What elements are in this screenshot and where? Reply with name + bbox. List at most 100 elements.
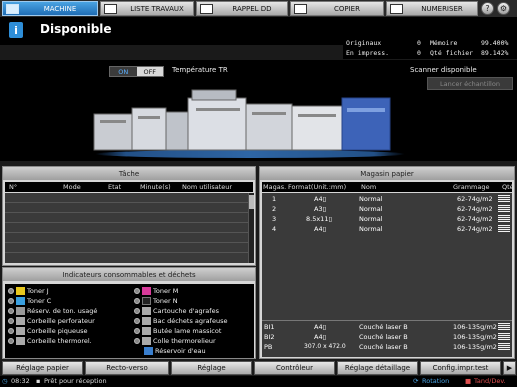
tray-level-gauge bbox=[498, 323, 510, 330]
toner-cyan-icon bbox=[16, 297, 25, 305]
tray-format: A4▯ bbox=[314, 323, 327, 331]
task-col-minutes: Minute(s) bbox=[140, 183, 171, 191]
waste-toner-icon bbox=[16, 307, 25, 315]
bypass-row[interactable]: BI2 A4▯ Couché laser B 106-135g/m2 bbox=[262, 333, 512, 342]
paper-tray-list[interactable]: 1 A4▯ Normal 62-74g/m2 2 A3▯ Normal 62-7… bbox=[262, 193, 512, 357]
bypass-row[interactable]: PB 307.0 x 472.0 Couché laser B 106-135g… bbox=[262, 343, 512, 352]
tray-row[interactable]: 2 A3▯ Normal 62-74g/m2 bbox=[262, 205, 512, 214]
task-scroll-thumb[interactable] bbox=[249, 195, 254, 209]
scan-icon bbox=[390, 3, 403, 14]
tray-row[interactable]: 3 8.5x11▯ Normal 62-74g/m2 bbox=[262, 215, 512, 224]
temperature-label: Température TR bbox=[172, 66, 228, 74]
tray-weight: 106-135g/m2 bbox=[453, 323, 497, 331]
toner-cyan-label: Toner C bbox=[27, 297, 52, 305]
tray-number: 4 bbox=[272, 225, 277, 233]
settings-icon[interactable]: ⚙ bbox=[497, 2, 510, 15]
tray-format: 307.0 x 472.0 bbox=[304, 343, 346, 350]
tray-number: 1 bbox=[272, 195, 277, 203]
tray-paper-name: Normal bbox=[359, 195, 383, 203]
duplex-button[interactable]: Recto-verso bbox=[85, 361, 169, 375]
consumables-panel: Indicateurs consommables et déchets Tone… bbox=[2, 267, 256, 359]
punch-bin-indicator[interactable]: Corbeille perforateur bbox=[8, 316, 95, 326]
task-list[interactable] bbox=[5, 193, 248, 263]
status-dot bbox=[8, 308, 14, 314]
help-icon[interactable]: ? bbox=[481, 2, 494, 15]
punch-bin-label: Corbeille perforateur bbox=[27, 317, 95, 325]
sample-print-button[interactable]: Lancer échantillon bbox=[427, 77, 513, 90]
printing-value: 0 bbox=[417, 49, 421, 57]
tab-scan-label: NUMERISER bbox=[421, 4, 463, 13]
water-tank-indicator[interactable]: Réservoir d'eau bbox=[144, 346, 206, 356]
status-bar: ◷ 08:32 ▪ Prêt pour réception ⟳ Rotation… bbox=[0, 376, 517, 387]
toner-magenta-icon bbox=[142, 287, 151, 295]
originals-value: 0 bbox=[417, 39, 421, 47]
tab-job-list-label: LISTE TRAVAUX bbox=[130, 4, 184, 13]
binder-glue-label: Colle thermorelieur bbox=[153, 337, 216, 345]
staple-waste-indicator[interactable]: Bac déchets agrafeuse bbox=[134, 316, 227, 326]
tray-weight: 62-74g/m2 bbox=[457, 205, 493, 213]
status-dot bbox=[134, 298, 140, 304]
tab-machine-label: MACHINE bbox=[43, 4, 77, 13]
rotation-label: Rotation bbox=[422, 377, 450, 385]
memory-value: 99.400% bbox=[481, 39, 509, 47]
binder-glue-indicator[interactable]: Colle thermorelieur bbox=[134, 336, 216, 346]
toggle-off[interactable]: OFF bbox=[136, 67, 163, 76]
consumables-title: Indicateurs consommables et déchets bbox=[3, 268, 255, 281]
task-table-header: N° Mode Etat Minute(s) Nom utilisateur bbox=[5, 182, 253, 192]
tab-recall[interactable]: RAPPEL DD bbox=[196, 1, 288, 16]
toner-magenta-indicator[interactable]: Toner M bbox=[134, 286, 178, 296]
hdd-icon bbox=[200, 3, 213, 14]
info-icon[interactable]: i bbox=[9, 22, 23, 38]
waste-toner-indicator[interactable]: Réserv. de ton. usagé bbox=[8, 306, 97, 316]
task-panel-title: Tâche bbox=[3, 167, 255, 180]
toggle-on[interactable]: ON bbox=[110, 67, 137, 76]
printer-machine-image[interactable] bbox=[92, 88, 392, 154]
tray-row[interactable]: 4 A4▯ Normal 62-74g/m2 bbox=[262, 225, 512, 234]
status-dot bbox=[8, 328, 14, 334]
next-arrow-icon[interactable]: ▶ bbox=[503, 361, 516, 375]
tray-level-gauge bbox=[498, 205, 510, 212]
top-tab-bar: MACHINE LISTE TRAVAUX RAPPEL DD COPIER N… bbox=[0, 0, 517, 17]
tray-paper-name: Normal bbox=[359, 205, 383, 213]
adjustment-button[interactable]: Réglage bbox=[171, 361, 252, 375]
paper-col-weight: Grammage bbox=[453, 183, 490, 191]
tab-scan[interactable]: NUMERISER bbox=[386, 1, 478, 16]
task-panel: Tâche N° Mode Etat Minute(s) Nom utilisa… bbox=[2, 166, 256, 266]
tray-format: A3▯ bbox=[314, 205, 327, 213]
tray-weight: 62-74g/m2 bbox=[457, 215, 493, 223]
tab-job-list[interactable]: LISTE TRAVAUX bbox=[100, 1, 194, 16]
staple-bin-indicator[interactable]: Corbeille piqueuse bbox=[8, 326, 87, 336]
toner-yellow-indicator[interactable]: Toner J bbox=[8, 286, 49, 296]
status-dot bbox=[134, 288, 140, 294]
staple-cartridge-indicator[interactable]: Cartouche d'agrafes bbox=[134, 306, 219, 316]
trimmer-stop-indicator[interactable]: Butée lame massicot bbox=[134, 326, 221, 336]
clock-icon: ◷ bbox=[2, 377, 8, 385]
tray-weight: 62-74g/m2 bbox=[457, 195, 493, 203]
consumables-grid[interactable]: Toner J Toner C Réserv. de ton. usagé Co… bbox=[5, 284, 254, 358]
tray-level-gauge bbox=[498, 195, 510, 202]
tab-copy[interactable]: COPIER bbox=[290, 1, 384, 16]
toner-cyan-indicator[interactable]: Toner C bbox=[8, 296, 51, 306]
tray-number: 3 bbox=[272, 215, 277, 223]
tray-number: PB bbox=[264, 343, 273, 351]
machine-icon bbox=[6, 3, 19, 14]
controller-button[interactable]: Contrôleur bbox=[254, 361, 335, 375]
status-dot bbox=[8, 338, 14, 344]
tray-row[interactable]: 1 A4▯ Normal 62-74g/m2 bbox=[262, 195, 512, 204]
binder-bin-indicator[interactable]: Corbeille thermorel. bbox=[8, 336, 92, 346]
tray-format: A4▯ bbox=[314, 333, 327, 341]
bypass-row[interactable]: BI1 A4▯ Couché laser B 106-135g/m2 bbox=[262, 323, 512, 332]
originals-label: Originaux bbox=[346, 39, 382, 47]
staple-bin-label: Corbeille piqueuse bbox=[27, 327, 88, 335]
water-tank-icon bbox=[144, 347, 153, 355]
toner-black-indicator[interactable]: Toner N bbox=[134, 296, 178, 306]
test-print-config-button[interactable]: Config.impr.test bbox=[420, 361, 501, 375]
tray-weight: 106-135g/m2 bbox=[453, 333, 497, 341]
task-scrollbar[interactable] bbox=[248, 193, 254, 263]
tray-weight: 106-135g/m2 bbox=[453, 343, 497, 351]
detail-adjustment-button[interactable]: Réglage détaillage bbox=[337, 361, 418, 375]
tab-machine[interactable]: MACHINE bbox=[2, 1, 98, 16]
temperature-toggle[interactable]: ON OFF bbox=[109, 66, 164, 77]
staple-cartridge-label: Cartouche d'agrafes bbox=[153, 307, 219, 315]
paper-setting-button[interactable]: Réglage papier bbox=[2, 361, 83, 375]
